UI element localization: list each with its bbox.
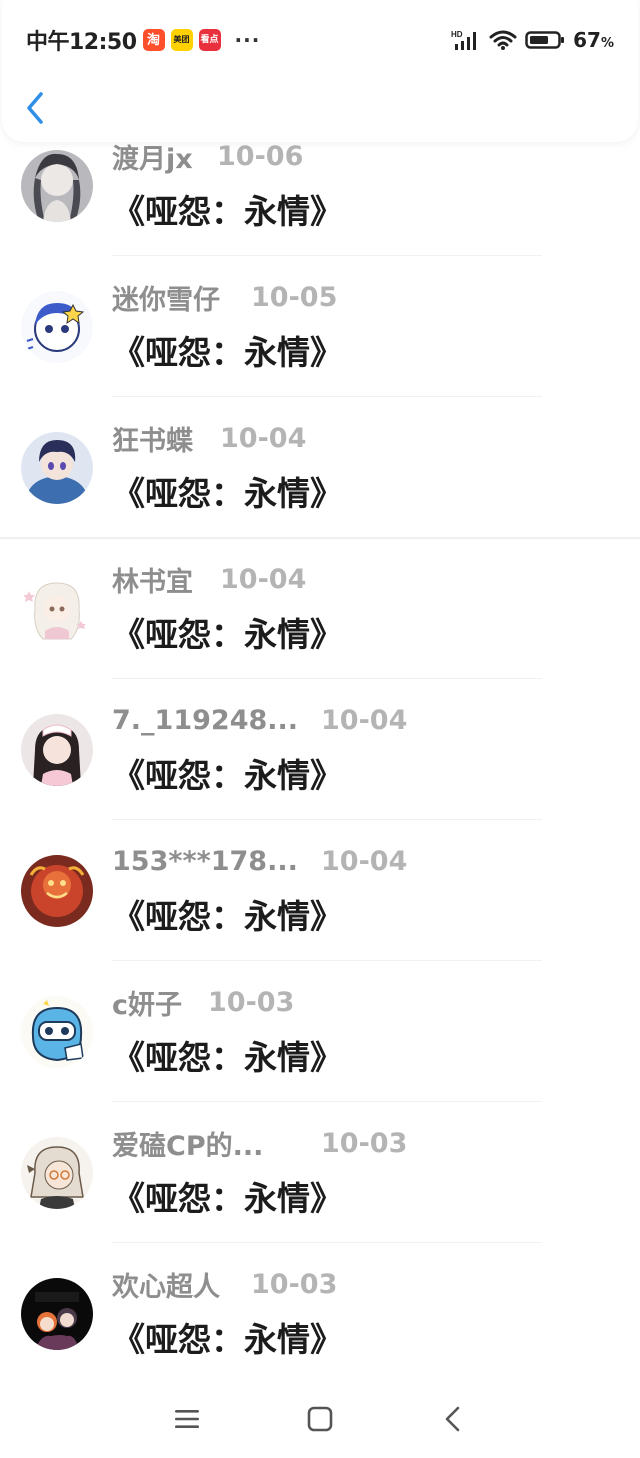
item-meta: 迷你雪仔 10-05 (112, 277, 337, 317)
list-item[interactable]: 爱磕CP的... 10-03 《哑怨：永情》 (0, 1128, 640, 1269)
avatar[interactable] (21, 714, 93, 786)
signal-icon: HD (451, 30, 477, 50)
item-meta: 爱磕CP的... 10-03 (112, 1123, 407, 1163)
item-title[interactable]: 《哑怨：永情》 (112, 185, 343, 233)
avatar[interactable] (21, 432, 93, 504)
date: 10-04 (220, 422, 307, 454)
avatar[interactable] (21, 573, 93, 645)
divider (112, 678, 542, 679)
divider (112, 819, 542, 820)
divider (112, 396, 542, 397)
list-item[interactable]: c妍子 10-03 《哑怨：永情》 (0, 987, 640, 1128)
username[interactable]: 狂书蝶 (112, 419, 193, 458)
kandian-icon: 看点 (198, 29, 221, 51)
item-title[interactable]: 《哑怨：永情》 (112, 1031, 343, 1079)
home-button[interactable] (300, 1399, 340, 1439)
status-time: 中午12:50 (26, 30, 137, 55)
list-item[interactable]: 林书宜 10-04 《哑怨：永情》 (0, 564, 640, 705)
item-title[interactable]: 《哑怨：永情》 (112, 608, 343, 656)
status-right: HD 67% (451, 28, 614, 52)
list-item[interactable]: 迷你雪仔 10-05 《哑怨：永情》 (0, 282, 640, 423)
comment-list: 渡月jx 10-06 《哑怨：永情》 迷你雪仔 10-05 《哑怨：永情》 狂书… (0, 141, 640, 1410)
list-item[interactable]: 153***178... 10-04 《哑怨：永情》 (0, 846, 640, 987)
username[interactable]: 林书宜 (112, 560, 193, 599)
avatar[interactable] (21, 1137, 93, 1209)
item-meta: 狂书蝶 10-04 (112, 418, 306, 458)
avatar[interactable] (21, 855, 93, 927)
avatar[interactable] (21, 1278, 93, 1350)
wifi-icon (489, 30, 517, 50)
avatar[interactable] (21, 150, 93, 222)
username[interactable]: 爱磕CP的... (112, 1124, 263, 1163)
divider (112, 960, 542, 961)
date: 10-06 (217, 140, 304, 172)
username[interactable]: 7._119248... (112, 705, 298, 736)
item-meta: c妍子 10-03 (112, 982, 294, 1022)
item-meta: 7._119248... 10-04 (112, 700, 407, 740)
avatar[interactable] (21, 291, 93, 363)
status-bar: 中午12:50 淘 美团 看点 ··· HD 67% (0, 0, 640, 80)
item-title[interactable]: 《哑怨：永情》 (112, 749, 343, 797)
item-title[interactable]: 《哑怨：永情》 (112, 467, 343, 515)
back-arrow-icon (446, 1406, 460, 1432)
system-back-button[interactable] (433, 1399, 473, 1439)
date: 10-04 (321, 845, 408, 877)
meituan-icon: 美团 (170, 29, 193, 51)
back-button[interactable] (18, 86, 52, 130)
date: 10-05 (251, 281, 338, 313)
username[interactable]: 渡月jx (112, 137, 193, 176)
taobao-icon: 淘 (142, 29, 165, 51)
avatar[interactable] (21, 996, 93, 1068)
list-item[interactable]: 渡月jx 10-06 《哑怨：永情》 (0, 141, 640, 282)
item-meta: 林书宜 10-04 (112, 559, 306, 599)
item-meta: 渡月jx 10-06 (112, 136, 303, 176)
system-nav-bar (0, 1380, 640, 1458)
list-item[interactable]: 7._119248... 10-04 《哑怨：永情》 (0, 705, 640, 846)
divider (112, 255, 542, 256)
date: 10-03 (208, 986, 295, 1018)
username[interactable]: 欢心超人 (112, 1265, 220, 1304)
item-title[interactable]: 《哑怨：永情》 (112, 1313, 343, 1361)
battery-icon (525, 31, 565, 49)
item-title[interactable]: 《哑怨：永情》 (112, 890, 343, 938)
list-item[interactable]: 狂书蝶 10-04 《哑怨：永情》 (0, 423, 640, 564)
menu-icon (174, 1410, 199, 1428)
date: 10-04 (220, 563, 307, 595)
item-meta: 欢心超人 10-03 (112, 1264, 337, 1304)
date: 10-03 (251, 1268, 338, 1300)
item-title[interactable]: 《哑怨：永情》 (112, 326, 343, 374)
username[interactable]: 迷你雪仔 (112, 278, 220, 317)
username[interactable]: c妍子 (112, 983, 182, 1022)
chevron-left-icon (27, 92, 43, 124)
home-square-icon (307, 1406, 333, 1432)
date: 10-03 (321, 1127, 408, 1159)
network-type-label: HD (451, 30, 463, 39)
menu-button[interactable] (167, 1399, 207, 1439)
more-notifications-icon: ··· (234, 28, 261, 52)
battery-percentage: 67% (573, 28, 614, 52)
date: 10-04 (321, 704, 408, 736)
notification-icons: 淘 美团 看点 (142, 29, 221, 51)
divider (112, 1242, 542, 1243)
item-meta: 153***178... 10-04 (112, 841, 407, 881)
username[interactable]: 153***178... (112, 846, 298, 877)
divider (112, 1101, 542, 1102)
item-title[interactable]: 《哑怨：永情》 (112, 1172, 343, 1220)
